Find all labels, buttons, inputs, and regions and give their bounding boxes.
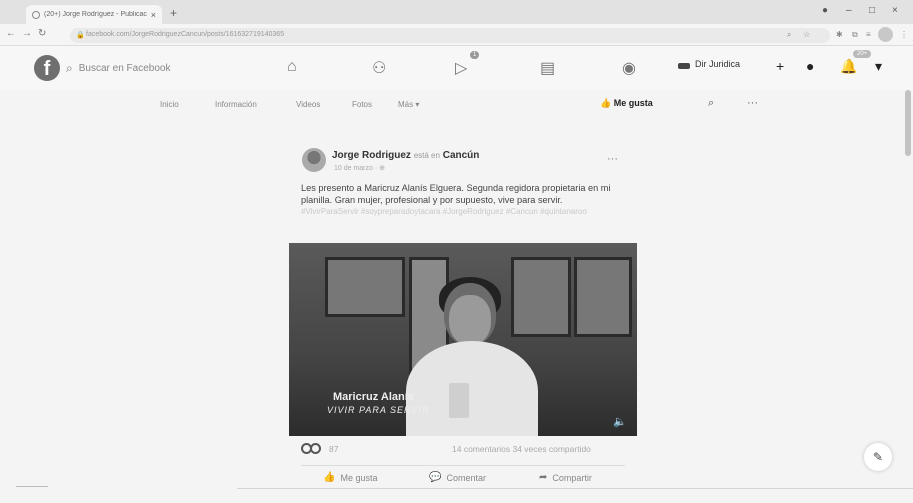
thumbs-up-icon: 👍 bbox=[600, 98, 614, 108]
facebook-top-bar: f ⌕ Buscar en Facebook ⌂ ⚇ ▷ 1 ▤ ◉ Dir J… bbox=[0, 46, 913, 90]
address-bar-row: ← → ↻ 🔒 facebook.com/JorgeRodriguezCancu… bbox=[0, 24, 913, 46]
video-person-body bbox=[406, 341, 538, 436]
post-video[interactable]: Maricruz Alanís VIVIR PARA SERVIR 🔈 bbox=[289, 243, 637, 436]
watch-icon[interactable]: ▷ bbox=[455, 58, 467, 78]
volume-icon[interactable]: 🔈 bbox=[613, 415, 627, 428]
marketplace-icon[interactable]: ▤ bbox=[540, 58, 555, 78]
messenger-icon[interactable]: ● bbox=[806, 58, 814, 74]
browser-tab[interactable]: (20+) Jorge Rodríguez - Publicac × bbox=[26, 5, 162, 24]
avatar[interactable] bbox=[878, 27, 893, 42]
comments-shares-count[interactable]: 14 comentarios 34 veces compartido bbox=[452, 444, 591, 454]
home-icon[interactable]: ⌂ bbox=[287, 58, 297, 76]
share-label: Compartir bbox=[552, 472, 592, 483]
plus-icon[interactable]: + bbox=[776, 58, 784, 74]
notifications-badge: 20+ bbox=[853, 50, 872, 58]
menu-icon[interactable]: ⋮ bbox=[900, 30, 908, 39]
zoom-icon[interactable]: ⌕ bbox=[787, 30, 791, 40]
video-name-overlay: Maricruz Alanís bbox=[333, 391, 414, 403]
new-message-button[interactable]: ✎ bbox=[864, 443, 892, 471]
minimize-button[interactable]: – bbox=[846, 5, 852, 16]
comment-label: Comentar bbox=[446, 472, 486, 483]
comment-icon: 💬 bbox=[429, 472, 442, 483]
watch-badge: 1 bbox=[470, 51, 480, 59]
tab-inicio[interactable]: Inicio bbox=[160, 100, 179, 109]
record-icon: ● bbox=[822, 5, 829, 16]
star-icon[interactable]: ☆ bbox=[803, 30, 810, 39]
post-author[interactable]: Jorge Rodriguez bbox=[332, 150, 411, 161]
video-window bbox=[325, 257, 405, 317]
page-like-label: Me gusta bbox=[613, 98, 653, 108]
tab-fotos[interactable]: Fotos bbox=[352, 100, 372, 109]
search-placeholder: Buscar en Facebook bbox=[78, 62, 171, 74]
like-label: Me gusta bbox=[340, 472, 378, 483]
tab-title: (20+) Jorge Rodríguez - Publicac bbox=[44, 11, 147, 18]
post-hashtags[interactable]: #VivirParaServir #soypreparadoytacara #J… bbox=[301, 206, 631, 218]
bell-icon[interactable]: 🔔 bbox=[840, 58, 857, 75]
post-counts: 87 14 comentarios 34 veces compartido bbox=[289, 443, 637, 459]
post-is-in: está en bbox=[413, 151, 440, 160]
reload-button[interactable]: ↻ bbox=[38, 28, 46, 39]
chevron-down-icon[interactable]: ▾ bbox=[875, 58, 882, 75]
divider bbox=[301, 465, 625, 466]
video-tagline-overlay: VIVIR PARA SERVIR bbox=[327, 405, 430, 415]
new-tab-button[interactable]: + bbox=[170, 6, 177, 20]
page-flag-icon bbox=[678, 63, 690, 69]
search-input[interactable]: ⌕ Buscar en Facebook bbox=[66, 57, 276, 79]
share-button[interactable]: ➦ Compartir bbox=[539, 472, 592, 483]
avatar[interactable] bbox=[302, 148, 326, 172]
tab-videos[interactable]: Videos bbox=[296, 100, 320, 109]
post-actions: 👍 Me gusta 💬 Comentar ➦ Compartir bbox=[289, 470, 637, 490]
page-like-button[interactable]: 👍 Me gusta bbox=[600, 98, 653, 109]
video-window bbox=[574, 257, 632, 337]
search-icon: ⌕ bbox=[66, 60, 73, 75]
post-timestamp[interactable]: 10 de marzo · ⊕ bbox=[334, 164, 385, 172]
groups-icon[interactable]: ◉ bbox=[622, 58, 636, 78]
reactions-icon[interactable] bbox=[301, 443, 323, 454]
post-text: Les presento a Maricruz Alanís Elguera. … bbox=[301, 183, 611, 205]
globe-icon bbox=[32, 10, 40, 19]
post-location[interactable]: Cancún bbox=[443, 150, 480, 161]
close-window-button[interactable]: × bbox=[892, 5, 898, 16]
page-tabs: Inicio Información Videos Fotos Más ▾ 👍 … bbox=[0, 92, 913, 120]
browser-tab-strip: (20+) Jorge Rodríguez - Publicac × + ● –… bbox=[0, 0, 913, 24]
facebook-logo[interactable]: f bbox=[34, 55, 60, 81]
tab-informacion[interactable]: Información bbox=[215, 100, 257, 109]
comment-button[interactable]: 💬 Comentar bbox=[429, 472, 486, 483]
media-icon[interactable]: ≡ bbox=[866, 30, 871, 39]
url-bar[interactable]: 🔒 facebook.com/JorgeRodriguezCancun/post… bbox=[70, 28, 830, 43]
video-person-face bbox=[449, 295, 491, 345]
like-button[interactable]: 👍 Me gusta bbox=[323, 472, 377, 483]
reactions-count[interactable]: 87 bbox=[329, 444, 338, 454]
post-card: Jorge Rodriguez está en Cancún 10 de mar… bbox=[289, 140, 637, 503]
extension-icon[interactable]: ✱ bbox=[836, 30, 843, 39]
tab-mas[interactable]: Más ▾ bbox=[398, 100, 419, 109]
puzzle-icon[interactable]: ⧉ bbox=[852, 30, 858, 40]
scrollbar[interactable] bbox=[905, 90, 911, 156]
video-cup bbox=[449, 383, 469, 418]
url-text: facebook.com/JorgeRodriguezCancun/posts/… bbox=[86, 31, 285, 38]
compose-icon: ✎ bbox=[872, 450, 884, 464]
share-icon: ➦ bbox=[539, 472, 548, 483]
maximize-button[interactable]: □ bbox=[869, 5, 875, 16]
page-switcher[interactable]: Dir Juridica bbox=[695, 59, 740, 69]
thumbs-up-icon: 👍 bbox=[323, 472, 336, 483]
search-icon[interactable]: ⌕ bbox=[708, 97, 714, 110]
tab-close-button[interactable]: × bbox=[151, 10, 156, 20]
post-author-line: Jorge Rodriguez está en Cancún bbox=[332, 150, 479, 161]
forward-button[interactable]: → bbox=[22, 28, 32, 39]
post-more-button[interactable]: ··· bbox=[607, 153, 618, 165]
divider bbox=[16, 486, 48, 487]
lock-icon: 🔒 bbox=[76, 32, 85, 39]
friends-icon[interactable]: ⚇ bbox=[372, 58, 386, 78]
back-button[interactable]: ← bbox=[6, 28, 16, 39]
more-options-button[interactable]: ··· bbox=[747, 97, 758, 109]
video-window bbox=[511, 257, 571, 337]
divider bbox=[237, 488, 913, 489]
